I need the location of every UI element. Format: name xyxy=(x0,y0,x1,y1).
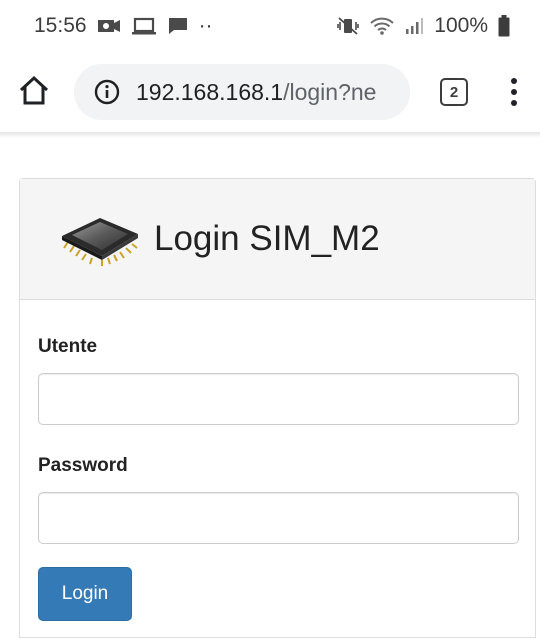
url-text[interactable]: 192.168.168.1/login?ne xyxy=(136,79,376,106)
username-input[interactable] xyxy=(38,373,519,425)
login-panel: Login SIM_M2 Utente Password Login xyxy=(19,178,536,638)
address-bar[interactable]: 192.168.168.1/login?ne xyxy=(74,64,410,120)
url-path: /login?ne xyxy=(283,78,377,105)
photo-notification-icon xyxy=(97,16,121,36)
status-bar: 15:56 ·· 100% xyxy=(0,0,540,52)
home-icon xyxy=(19,75,49,105)
username-group: Utente xyxy=(38,336,519,425)
chip-icon xyxy=(62,218,138,266)
toolbar-shadow xyxy=(0,132,540,138)
password-input[interactable] xyxy=(38,492,519,544)
panel-heading: Login SIM_M2 xyxy=(20,179,535,300)
info-icon[interactable] xyxy=(94,79,120,105)
status-bar-left: 15:56 ·· xyxy=(34,14,213,38)
signal-icon xyxy=(404,16,424,36)
laptop-icon xyxy=(131,16,157,36)
tab-switcher-button[interactable]: 2 xyxy=(440,78,468,106)
tab-count: 2 xyxy=(449,83,459,101)
browser-toolbar: 192.168.168.1/login?ne 2 xyxy=(0,52,540,132)
battery-icon xyxy=(498,15,510,37)
username-label: Utente xyxy=(38,336,98,357)
password-group: Password xyxy=(38,455,519,544)
url-host: 192.168.168.1 xyxy=(136,78,284,105)
status-bar-right: 100% xyxy=(336,14,510,38)
mute-vibrate-icon xyxy=(336,16,360,36)
overflow-menu-icon xyxy=(511,78,517,106)
panel-title: Login SIM_M2 xyxy=(154,219,380,258)
password-label: Password xyxy=(38,455,128,476)
more-notifications-dots: ·· xyxy=(198,14,213,37)
home-button[interactable] xyxy=(16,72,52,108)
battery-percent: 100% xyxy=(434,14,488,37)
wifi-icon xyxy=(370,16,394,36)
login-button[interactable]: Login xyxy=(38,567,132,621)
status-time: 15:56 xyxy=(34,14,87,37)
login-form: Utente Password Login xyxy=(20,300,535,621)
overflow-menu-button[interactable] xyxy=(504,76,524,108)
message-icon xyxy=(167,16,189,36)
